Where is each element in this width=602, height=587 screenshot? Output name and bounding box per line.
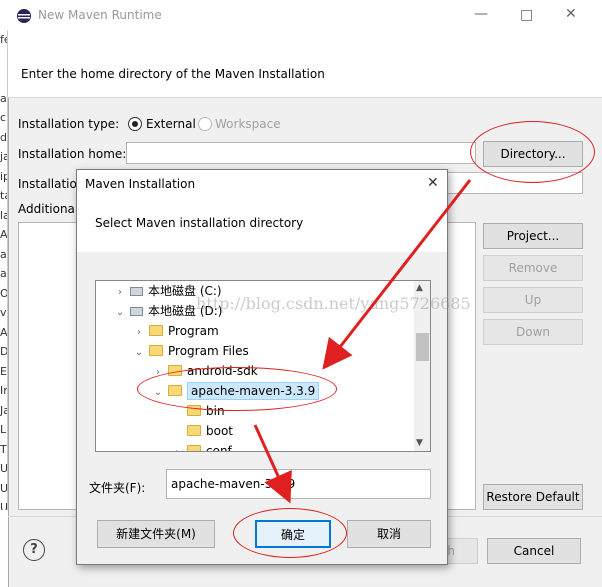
arrow-to-folder bbox=[322, 179, 472, 370]
arrow-to-ok bbox=[253, 424, 292, 504]
annotation-arrows bbox=[253, 179, 472, 504]
